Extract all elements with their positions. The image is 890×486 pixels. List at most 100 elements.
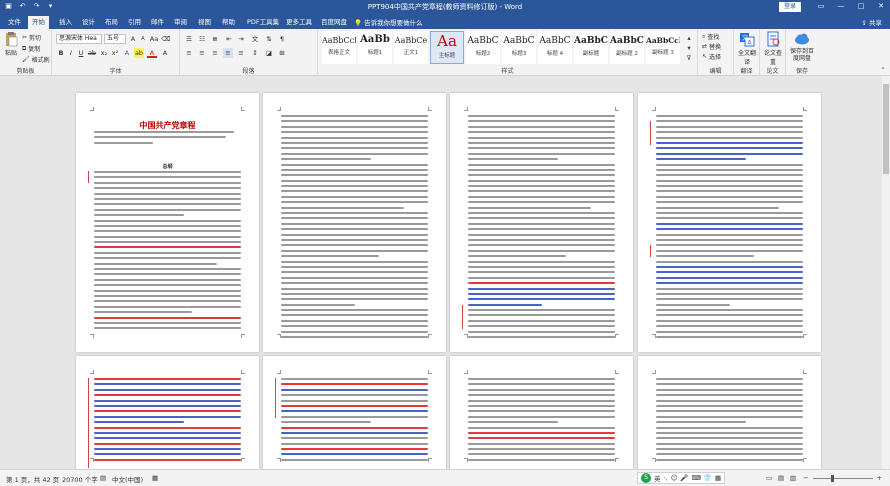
zoom-in-icon[interactable]: + (877, 474, 882, 482)
ime-toolbar[interactable]: S 英 ·, ☺ 🎤 ⌨ 👕 ▦ (637, 472, 726, 484)
zoom-out-icon[interactable]: − (803, 474, 808, 482)
superscript-icon[interactable]: x² (110, 48, 120, 58)
style-heading-3[interactable]: AaBbC 标题3 (502, 31, 536, 64)
tab-home[interactable]: 开始 (28, 16, 49, 29)
style-body-1[interactable]: AaBbCe 正文1 (394, 31, 428, 64)
vertical-scrollbar[interactable] (882, 76, 890, 469)
language-status[interactable]: 中文(中国) (112, 474, 143, 484)
style-table-body[interactable]: AaBbCcI 表格正文 (322, 31, 356, 64)
increase-indent-icon[interactable]: ⇥ (236, 34, 246, 44)
focus-mode-icon[interactable]: ▭ (766, 474, 772, 482)
tab-baidu-netdisk[interactable]: 百度网盘 (317, 16, 351, 29)
document-page[interactable] (76, 356, 259, 469)
sort-icon[interactable]: ⇅ (264, 34, 274, 44)
strikethrough-icon[interactable]: ab (87, 48, 97, 58)
styles-scroll-up-icon[interactable]: ▴ (684, 33, 694, 43)
style-main-title[interactable]: Aa 主标题 (430, 31, 464, 64)
bullets-icon[interactable]: ☰ (184, 34, 194, 44)
styles-scroll-down-icon[interactable]: ▾ (684, 43, 694, 53)
zoom-slider[interactable] (812, 474, 873, 482)
copy-button[interactable]: ⧉ 复制 (22, 44, 40, 54)
borders-icon[interactable]: ⊞ (277, 48, 287, 58)
style-subtitle-2[interactable]: AaBbC 副标题 2 (610, 31, 644, 64)
justify-icon[interactable]: ≡ (223, 48, 233, 58)
font-color-icon[interactable]: A (147, 48, 157, 58)
web-layout-icon[interactable]: ▥ (790, 474, 796, 482)
decrease-indent-icon[interactable]: ⇤ (224, 34, 234, 44)
styles-more-icon[interactable]: ⊽ (684, 53, 694, 63)
grow-font-icon[interactable]: A (128, 34, 138, 44)
style-subtitle-3[interactable]: AaBbCcD 副标题 3 (646, 31, 680, 64)
proofing-icon[interactable]: ▤ (100, 474, 106, 482)
distributed-icon[interactable]: ≡ (236, 48, 246, 58)
clear-format-icon[interactable]: ⌫ (161, 34, 171, 44)
style-heading-4[interactable]: AaBbC 标题 4 (538, 31, 572, 64)
align-right-icon[interactable]: ≡ (210, 48, 220, 58)
font-name-combo[interactable]: 思源宋体 Hea (56, 34, 102, 44)
page-count[interactable]: 第 1 页，共 42 页 (6, 474, 59, 484)
macro-icon[interactable]: ▦ (152, 474, 158, 482)
paste-button[interactable]: 粘贴 (2, 31, 20, 57)
share-button[interactable]: ⇪ 共享 (861, 17, 882, 27)
numbering-icon[interactable]: ☷ (197, 34, 207, 44)
tab-pdf-tools[interactable]: PDF工具集 (243, 16, 283, 29)
italic-icon[interactable]: I (66, 48, 76, 58)
chinese-layout-icon[interactable]: 文 (250, 34, 260, 44)
find-button[interactable]: ⌕ 查找 (702, 32, 719, 42)
format-painter-button[interactable]: 🖌 格式刷 (22, 55, 50, 64)
document-page[interactable] (450, 93, 633, 352)
ribbon-display-icon[interactable]: ▭ (816, 1, 826, 12)
change-case-icon[interactable]: Aa (149, 34, 159, 44)
paper-check-button[interactable]: 论文查重 (762, 31, 784, 66)
document-page[interactable]: 中国共产党章程 总纲 (76, 93, 259, 352)
cut-button[interactable]: ✂ 剪切 (22, 33, 41, 42)
tab-design[interactable]: 设计 (78, 16, 99, 29)
word-count[interactable]: 20700 个字 (62, 474, 98, 484)
print-layout-icon[interactable]: ▤ (778, 474, 784, 482)
tab-view[interactable]: 视图 (194, 16, 215, 29)
save-to-baidu-button[interactable]: 保存到百度网盘 (788, 31, 816, 62)
bold-icon[interactable]: B (56, 48, 66, 58)
multilevel-list-icon[interactable]: ≣ (210, 34, 220, 44)
document-page[interactable] (638, 93, 821, 352)
highlight-icon[interactable]: ab (134, 48, 144, 58)
document-page[interactable] (263, 93, 446, 352)
text-effects-icon[interactable]: A (122, 48, 132, 58)
font-size-combo[interactable]: 五号 (104, 34, 126, 44)
style-subtitle[interactable]: AaBbC 副标题 (574, 31, 608, 64)
login-button[interactable]: 登录 (779, 2, 801, 12)
minimize-button[interactable]: — (836, 1, 846, 12)
document-page[interactable] (450, 356, 633, 469)
tab-review[interactable]: 审阅 (170, 16, 191, 29)
char-shading-icon[interactable]: A (160, 48, 170, 58)
tab-insert[interactable]: 插入 (55, 16, 76, 29)
line-spacing-icon[interactable]: ↕ (250, 48, 260, 58)
tab-help[interactable]: 帮助 (218, 16, 239, 29)
align-center-icon[interactable]: ≡ (197, 48, 207, 58)
close-button[interactable]: ✕ (876, 1, 886, 12)
document-area[interactable]: 中国共产党章程 总纲 (0, 76, 890, 469)
shrink-font-icon[interactable]: A (138, 34, 148, 44)
align-left-icon[interactable]: ≡ (184, 48, 194, 58)
maximize-button[interactable]: □ (856, 1, 866, 12)
collapse-ribbon-icon[interactable]: ⌃ (878, 65, 888, 75)
document-page[interactable] (263, 356, 446, 469)
tab-references[interactable]: 引用 (124, 16, 145, 29)
select-button[interactable]: ↖ 选择 (702, 52, 721, 61)
document-page[interactable] (638, 356, 821, 469)
underline-icon[interactable]: U (76, 48, 86, 58)
tab-file[interactable]: 文件 (4, 16, 25, 29)
style-heading-2[interactable]: AaBbC 标题2 (466, 31, 500, 64)
shading-icon[interactable]: ◪ (264, 48, 274, 58)
tell-me-search[interactable]: 💡 告诉我你想要做什么 (354, 17, 423, 27)
full-translate-button[interactable]: 文A 全文翻译 (736, 31, 758, 66)
subscript-icon[interactable]: x₂ (99, 48, 109, 58)
zoom-slider-knob[interactable] (830, 474, 834, 482)
replace-button[interactable]: ⇄ 替换 (702, 42, 721, 51)
scrollbar-thumb[interactable] (883, 84, 889, 174)
tab-mailings[interactable]: 邮件 (147, 16, 168, 29)
show-marks-icon[interactable]: ¶ (277, 34, 287, 44)
style-heading-1[interactable]: AaBb 标题1 (358, 31, 392, 64)
tab-layout[interactable]: 布局 (101, 16, 122, 29)
tab-more-tools[interactable]: 更多工具 (282, 16, 316, 29)
